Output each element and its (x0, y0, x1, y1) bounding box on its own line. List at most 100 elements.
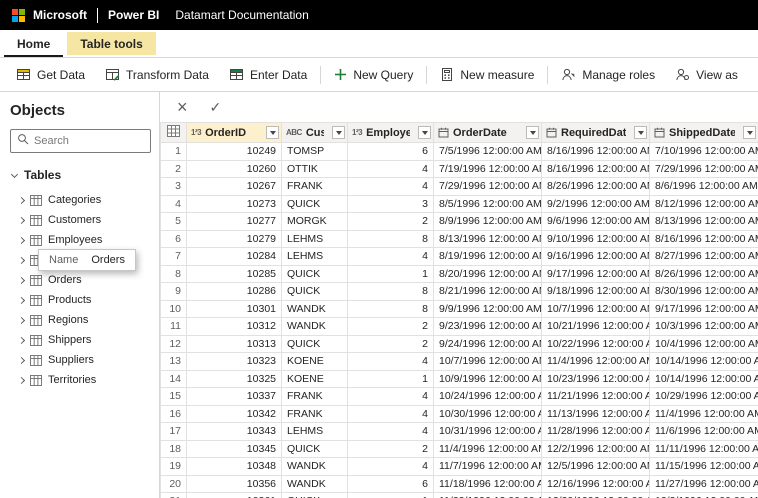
grid-cell-employeeid[interactable]: 4 (347, 159, 434, 178)
column-header-orderdate[interactable]: OrderDate (433, 122, 542, 143)
grid-cell-employeeid[interactable]: 4 (347, 177, 434, 196)
row-number[interactable]: 5 (160, 212, 187, 231)
grid-cell-orderid[interactable]: 10361 (186, 492, 282, 498)
sidebar-item-regions[interactable]: Regions (10, 310, 151, 330)
grid-cell-orderdate[interactable]: 8/13/1996 12:00:00 AM (433, 229, 542, 248)
grid-cell-employeeid[interactable]: 2 (347, 317, 434, 336)
grid-cell-employeeid[interactable]: 3 (347, 194, 434, 213)
row-number[interactable]: 15 (160, 387, 187, 406)
grid-cell-shippeddate[interactable]: 12/3/1996 12:00:00 AM (649, 492, 758, 498)
row-number[interactable]: 17 (160, 422, 187, 441)
column-filter-button[interactable] (743, 126, 756, 139)
grid-cell-customerid[interactable]: QUICK (281, 264, 348, 283)
grid-cell-orderdate[interactable]: 10/7/1996 12:00:00 AM (433, 352, 542, 371)
grid-cell-orderid[interactable]: 10312 (186, 317, 282, 336)
toolbar-button-new-query[interactable]: New Query (324, 62, 423, 88)
grid-cell-customerid[interactable]: LEHMS (281, 422, 348, 441)
grid-cell-orderid[interactable]: 10337 (186, 387, 282, 406)
row-number[interactable]: 8 (160, 264, 187, 283)
commit-icon[interactable]: ✓ (210, 99, 222, 116)
row-number[interactable]: 21 (160, 492, 187, 498)
cancel-icon[interactable]: × (177, 98, 188, 116)
row-number[interactable]: 13 (160, 352, 187, 371)
column-header-requireddate[interactable]: RequiredDate (541, 122, 650, 143)
sidebar-item-categories[interactable]: Categories (10, 190, 151, 210)
grid-cell-customerid[interactable]: FRANK (281, 404, 348, 423)
grid-cell-requireddate[interactable]: 10/21/1996 12:00:00 AM (541, 317, 650, 336)
grid-cell-employeeid[interactable]: 2 (347, 334, 434, 353)
grid-cell-shippeddate[interactable]: 11/11/1996 12:00:00 AM (649, 439, 758, 458)
grid-cell-shippeddate[interactable]: 11/15/1996 12:00:00 AM (649, 457, 758, 476)
grid-cell-requireddate[interactable]: 10/22/1996 12:00:00 AM (541, 334, 650, 353)
grid-cell-customerid[interactable]: LEHMS (281, 247, 348, 266)
toolbar-button-get-data[interactable]: Get Data (6, 62, 95, 88)
column-header-customerid[interactable]: ABCCustomerID (281, 122, 348, 143)
grid-cell-orderdate[interactable]: 11/18/1996 12:00:00 AM (433, 474, 542, 493)
column-header-shippeddate[interactable]: ShippedDate (649, 122, 758, 143)
grid-cell-shippeddate[interactable]: 10/14/1996 12:00:00 AM (649, 369, 758, 388)
grid-cell-orderdate[interactable]: 10/9/1996 12:00:00 AM (433, 369, 542, 388)
grid-cell-customerid[interactable]: KOENE (281, 369, 348, 388)
grid-cell-orderid[interactable]: 10325 (186, 369, 282, 388)
grid-cell-requireddate[interactable]: 12/5/1996 12:00:00 AM (541, 457, 650, 476)
grid-cell-orderid[interactable]: 10273 (186, 194, 282, 213)
grid-cell-shippeddate[interactable]: 8/13/1996 12:00:00 AM (649, 212, 758, 231)
grid-cell-customerid[interactable]: QUICK (281, 492, 348, 498)
toolbar-button-enter-data[interactable]: Enter Data (219, 62, 317, 88)
grid-cell-orderid[interactable]: 10267 (186, 177, 282, 196)
grid-cell-employeeid[interactable]: 4 (347, 387, 434, 406)
row-number[interactable]: 19 (160, 457, 187, 476)
grid-cell-requireddate[interactable]: 12/20/1996 12:00:00 AM (541, 492, 650, 498)
grid-cell-orderdate[interactable]: 8/20/1996 12:00:00 AM (433, 264, 542, 283)
grid-cell-employeeid[interactable]: 1 (347, 492, 434, 498)
grid-cell-orderdate[interactable]: 7/19/1996 12:00:00 AM (433, 159, 542, 178)
grid-corner-cell[interactable] (160, 122, 187, 143)
row-number[interactable]: 14 (160, 369, 187, 388)
grid-cell-customerid[interactable]: QUICK (281, 282, 348, 301)
grid-cell-employeeid[interactable]: 4 (347, 352, 434, 371)
grid-cell-orderid[interactable]: 10356 (186, 474, 282, 493)
toolbar-button-view-as[interactable]: View as (665, 62, 748, 88)
grid-cell-shippeddate[interactable]: 10/29/1996 12:00:00 AM (649, 387, 758, 406)
row-number[interactable]: 2 (160, 159, 187, 178)
grid-cell-orderdate[interactable]: 7/5/1996 12:00:00 AM (433, 142, 542, 161)
grid-cell-orderdate[interactable]: 7/29/1996 12:00:00 AM (433, 177, 542, 196)
grid-cell-orderdate[interactable]: 10/31/1996 12:00:00 AM (433, 422, 542, 441)
grid-cell-requireddate[interactable]: 9/10/1996 12:00:00 AM (541, 229, 650, 248)
grid-cell-requireddate[interactable]: 9/18/1996 12:00:00 AM (541, 282, 650, 301)
grid-cell-orderdate[interactable]: 9/23/1996 12:00:00 AM (433, 317, 542, 336)
grid-cell-shippeddate[interactable]: 7/29/1996 12:00:00 AM (649, 159, 758, 178)
grid-cell-orderid[interactable]: 10260 (186, 159, 282, 178)
row-number[interactable]: 4 (160, 194, 187, 213)
grid-cell-requireddate[interactable]: 8/26/1996 12:00:00 AM (541, 177, 650, 196)
grid-cell-employeeid[interactable]: 8 (347, 299, 434, 318)
row-number[interactable]: 11 (160, 317, 187, 336)
grid-cell-employeeid[interactable]: 2 (347, 212, 434, 231)
grid-cell-orderid[interactable]: 10286 (186, 282, 282, 301)
grid-cell-orderid[interactable]: 10343 (186, 422, 282, 441)
grid-cell-shippeddate[interactable]: 8/27/1996 12:00:00 AM (649, 247, 758, 266)
grid-cell-customerid[interactable]: MORGK (281, 212, 348, 231)
grid-cell-customerid[interactable]: QUICK (281, 439, 348, 458)
tab-home[interactable]: Home (4, 30, 63, 57)
grid-cell-shippeddate[interactable]: 8/26/1996 12:00:00 AM (649, 264, 758, 283)
grid-cell-requireddate[interactable]: 8/16/1996 12:00:00 AM (541, 142, 650, 161)
grid-cell-requireddate[interactable]: 9/2/1996 12:00:00 AM (541, 194, 650, 213)
grid-cell-orderdate[interactable]: 8/9/1996 12:00:00 AM (433, 212, 542, 231)
sidebar-item-orders[interactable]: Orders (10, 270, 151, 290)
grid-cell-requireddate[interactable]: 9/16/1996 12:00:00 AM (541, 247, 650, 266)
grid-cell-orderdate[interactable]: 11/7/1996 12:00:00 AM (433, 457, 542, 476)
grid-cell-requireddate[interactable]: 11/21/1996 12:00:00 AM (541, 387, 650, 406)
grid-cell-shippeddate[interactable]: 8/6/1996 12:00:00 AM (649, 177, 758, 196)
grid-cell-employeeid[interactable]: 4 (347, 247, 434, 266)
search-input[interactable] (34, 135, 144, 147)
grid-cell-employeeid[interactable]: 8 (347, 282, 434, 301)
toolbar-button-new-measure[interactable]: New measure (430, 62, 544, 88)
grid-cell-requireddate[interactable]: 12/2/1996 12:00:00 AM (541, 439, 650, 458)
column-header-employeeid[interactable]: 1²3EmployeeID (347, 122, 434, 143)
grid-cell-shippeddate[interactable]: 8/12/1996 12:00:00 AM (649, 194, 758, 213)
row-number[interactable]: 18 (160, 439, 187, 458)
row-number[interactable]: 1 (160, 142, 187, 161)
grid-cell-requireddate[interactable]: 11/4/1996 12:00:00 AM (541, 352, 650, 371)
grid-cell-requireddate[interactable]: 8/16/1996 12:00:00 AM (541, 159, 650, 178)
